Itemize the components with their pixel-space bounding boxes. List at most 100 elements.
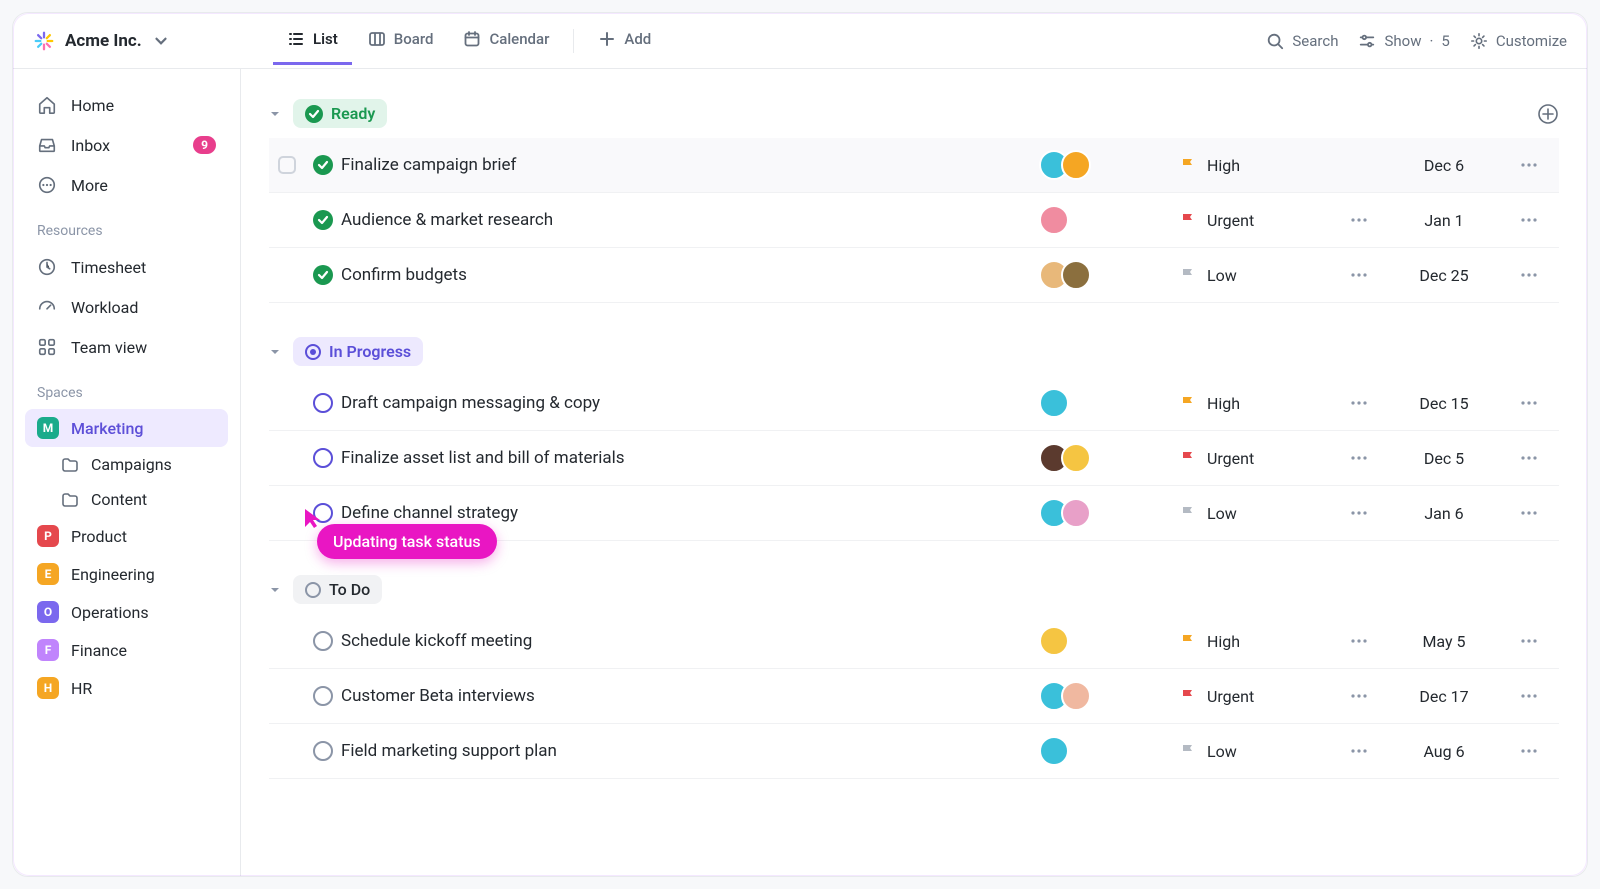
nav-more[interactable]: More [25,165,228,205]
collapse-icon[interactable] [269,108,281,120]
avatar[interactable] [1061,260,1091,290]
show-button[interactable]: Show · 5 [1358,32,1449,50]
task-date[interactable]: Jan 1 [1389,211,1499,230]
task-date[interactable]: Dec 17 [1389,687,1499,706]
sidebar-space-hr[interactable]: HHR [25,669,228,707]
task-status-open-icon[interactable] [313,741,333,761]
task-status-done-icon[interactable] [313,155,333,175]
group-header-todo[interactable]: To Do [269,565,1559,614]
task-name[interactable]: Audience & market research [341,210,1039,230]
task-status-open-icon[interactable] [313,631,333,651]
sidebar-space-engineering[interactable]: EEngineering [25,555,228,593]
avatar[interactable] [1039,388,1069,418]
task-mid-more[interactable] [1329,400,1389,406]
view-list[interactable]: List [273,16,352,65]
nav-home[interactable]: Home [25,85,228,125]
task-name[interactable]: Customer Beta interviews [341,686,1039,706]
nav-timesheet[interactable]: Timesheet [25,247,228,287]
task-row[interactable]: Field marketing support plan Low Aug 6 [269,724,1559,779]
search-button[interactable]: Search [1266,32,1338,50]
nav-teamview[interactable]: Team view [25,327,228,367]
nav-inbox[interactable]: Inbox 9 [25,125,228,165]
add-task-button[interactable] [1537,103,1559,125]
task-priority[interactable]: Urgent [1179,687,1329,706]
task-row[interactable]: Customer Beta interviews Urgent Dec 17 [269,669,1559,724]
status-pill[interactable]: Ready [293,99,387,128]
task-mid-more[interactable] [1329,748,1389,754]
workspace-switcher[interactable]: Acme Inc. [33,30,241,52]
task-priority[interactable]: Low [1179,504,1329,523]
collapse-icon[interactable] [269,584,281,596]
status-pill[interactable]: To Do [293,575,382,604]
task-name[interactable]: Finalize campaign brief [341,155,1039,175]
task-priority[interactable]: High [1179,156,1329,175]
sidebar-folder-campaigns[interactable]: Campaigns [25,447,228,482]
task-status-done-icon[interactable] [313,210,333,230]
task-actions[interactable] [1499,400,1559,406]
task-name[interactable]: Confirm budgets [341,265,1039,285]
task-mid-more[interactable] [1329,455,1389,461]
nav-workload[interactable]: Workload [25,287,228,327]
task-row[interactable]: Audience & market research Urgent Jan 1 [269,193,1559,248]
avatar[interactable] [1061,150,1091,180]
task-date[interactable]: Dec 15 [1389,394,1499,413]
view-calendar[interactable]: Calendar [449,16,563,65]
sidebar-space-marketing[interactable]: MMarketing [25,409,228,447]
task-checkbox[interactable] [278,156,296,174]
task-status-open-icon[interactable] [313,448,333,468]
task-mid-more[interactable] [1329,638,1389,644]
task-row[interactable]: Schedule kickoff meeting High May 5 [269,614,1559,669]
task-mid-more[interactable] [1329,510,1389,516]
task-date[interactable]: Jan 6 [1389,504,1499,523]
status-pill[interactable]: In Progress [293,337,423,366]
task-assignees[interactable] [1039,736,1179,766]
task-assignees[interactable] [1039,443,1179,473]
task-actions[interactable] [1499,217,1559,223]
task-row[interactable]: Finalize asset list and bill of material… [269,431,1559,486]
task-row[interactable]: Confirm budgets Low Dec 25 [269,248,1559,303]
task-assignees[interactable] [1039,626,1179,656]
sidebar-folder-content[interactable]: Content [25,482,228,517]
avatar[interactable] [1061,681,1091,711]
task-date[interactable]: Dec 5 [1389,449,1499,468]
avatar[interactable] [1039,205,1069,235]
task-actions[interactable] [1499,272,1559,278]
task-name[interactable]: Schedule kickoff meeting [341,631,1039,651]
task-row[interactable]: Draft campaign messaging & copy High Dec… [269,376,1559,431]
sidebar-space-operations[interactable]: OOperations [25,593,228,631]
view-add[interactable]: Add [584,16,665,65]
task-priority[interactable]: Urgent [1179,211,1329,230]
task-date[interactable]: May 5 [1389,632,1499,651]
task-assignees[interactable] [1039,681,1179,711]
task-priority[interactable]: Urgent [1179,449,1329,468]
sidebar-space-product[interactable]: PProduct [25,517,228,555]
task-date[interactable]: Aug 6 [1389,742,1499,761]
task-name[interactable]: Define channel strategy [341,503,1039,523]
task-row[interactable]: Finalize campaign brief High Dec 6 [269,138,1559,193]
task-actions[interactable] [1499,510,1559,516]
task-assignees[interactable] [1039,498,1179,528]
group-header-ready[interactable]: Ready [269,89,1559,138]
customize-button[interactable]: Customize [1470,32,1567,50]
task-assignees[interactable] [1039,260,1179,290]
task-name[interactable]: Draft campaign messaging & copy [341,393,1039,413]
task-date[interactable]: Dec 6 [1389,156,1499,175]
avatar[interactable] [1061,443,1091,473]
task-priority[interactable]: Low [1179,266,1329,285]
avatar[interactable] [1039,626,1069,656]
task-actions[interactable] [1499,162,1559,168]
task-status-done-icon[interactable] [313,265,333,285]
task-assignees[interactable] [1039,388,1179,418]
task-assignees[interactable] [1039,150,1179,180]
task-status-open-icon[interactable] [313,393,333,413]
task-name[interactable]: Finalize asset list and bill of material… [341,448,1039,468]
task-priority[interactable]: Low [1179,742,1329,761]
task-actions[interactable] [1499,455,1559,461]
group-header-inprogress[interactable]: In Progress [269,327,1559,376]
task-status-open-icon[interactable] [313,686,333,706]
task-actions[interactable] [1499,748,1559,754]
task-mid-more[interactable] [1329,693,1389,699]
task-mid-more[interactable] [1329,217,1389,223]
task-assignees[interactable] [1039,205,1179,235]
avatar[interactable] [1061,498,1091,528]
